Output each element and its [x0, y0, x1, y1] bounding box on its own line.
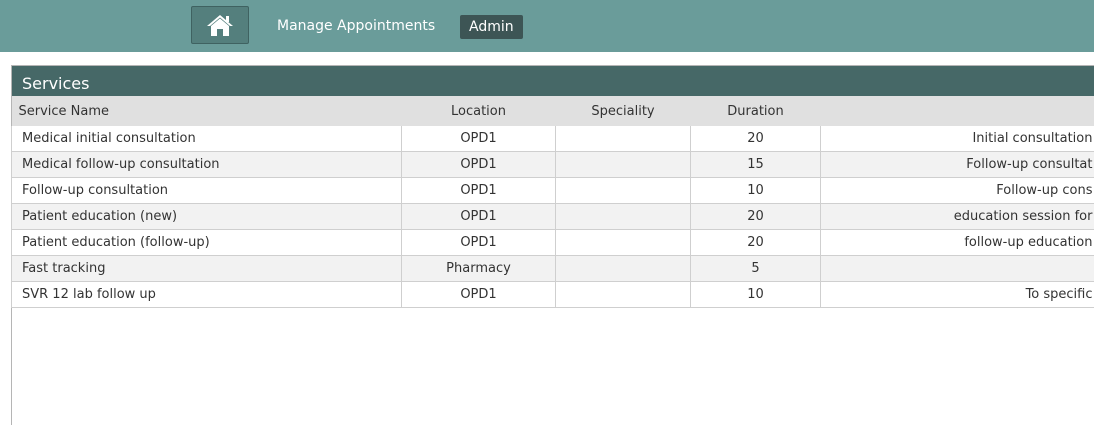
cell-duration: 5: [691, 256, 821, 282]
cell-service-name: Fast tracking: [12, 256, 402, 282]
cell-service-name: Medical follow-up consultation: [12, 152, 402, 178]
services-table-wrapper: Service Name Location Speciality Duratio…: [11, 96, 1094, 308]
cell-service-name: Follow-up consultation: [12, 178, 402, 204]
services-table: Service Name Location Speciality Duratio…: [11, 96, 1094, 308]
table-header-row: Service Name Location Speciality Duratio…: [12, 96, 1094, 126]
cell-description: Initial consultation: [821, 126, 1094, 152]
table-row[interactable]: Follow-up consultation OPD1 10 Follow-up…: [12, 178, 1094, 204]
cell-location: Pharmacy: [402, 256, 556, 282]
cell-duration: 10: [691, 282, 821, 308]
cell-description: To specific: [821, 282, 1094, 308]
column-header-description: [821, 96, 1094, 126]
cell-location: OPD1: [402, 152, 556, 178]
cell-duration: 20: [691, 230, 821, 256]
manage-appointments-link[interactable]: Manage Appointments: [277, 18, 435, 34]
table-row[interactable]: Medical follow-up consultation OPD1 15 F…: [12, 152, 1094, 178]
cell-speciality: [556, 152, 691, 178]
cell-speciality: [556, 204, 691, 230]
cell-location: OPD1: [402, 204, 556, 230]
table-row[interactable]: Patient education (new) OPD1 20 educatio…: [12, 204, 1094, 230]
cell-description: follow-up education: [821, 230, 1094, 256]
table-row[interactable]: Patient education (follow-up) OPD1 20 fo…: [12, 230, 1094, 256]
cell-location: OPD1: [402, 126, 556, 152]
cell-speciality: [556, 282, 691, 308]
cell-duration: 20: [691, 126, 821, 152]
cell-speciality: [556, 126, 691, 152]
cell-service-name: SVR 12 lab follow up: [12, 282, 402, 308]
cell-duration: 20: [691, 204, 821, 230]
table-row[interactable]: Medical initial consultation OPD1 20 Ini…: [12, 126, 1094, 152]
cell-description: Follow-up consultat: [821, 152, 1094, 178]
table-row[interactable]: Fast tracking Pharmacy 5: [12, 256, 1094, 282]
cell-speciality: [556, 178, 691, 204]
cell-location: OPD1: [402, 230, 556, 256]
cell-service-name: Medical initial consultation: [12, 126, 402, 152]
table-row[interactable]: SVR 12 lab follow up OPD1 10 To specific: [12, 282, 1094, 308]
cell-location: OPD1: [402, 282, 556, 308]
cell-location: OPD1: [402, 178, 556, 204]
cell-duration: 10: [691, 178, 821, 204]
top-nav-bar: Manage Appointments Admin: [0, 0, 1094, 52]
column-header-duration[interactable]: Duration: [691, 96, 821, 126]
cell-duration: 15: [691, 152, 821, 178]
column-header-service-name[interactable]: Service Name: [12, 96, 402, 126]
panel-title: Services: [22, 74, 89, 93]
column-header-location[interactable]: Location: [402, 96, 556, 126]
cell-description: [821, 256, 1094, 282]
home-icon: [206, 13, 234, 37]
cell-speciality: [556, 256, 691, 282]
cell-service-name: Patient education (new): [12, 204, 402, 230]
cell-description: Follow-up cons: [821, 178, 1094, 204]
admin-tab[interactable]: Admin: [460, 15, 523, 39]
cell-service-name: Patient education (follow-up): [12, 230, 402, 256]
home-button[interactable]: [191, 6, 249, 44]
column-header-speciality[interactable]: Speciality: [556, 96, 691, 126]
cell-description: education session for: [821, 204, 1094, 230]
cell-speciality: [556, 230, 691, 256]
